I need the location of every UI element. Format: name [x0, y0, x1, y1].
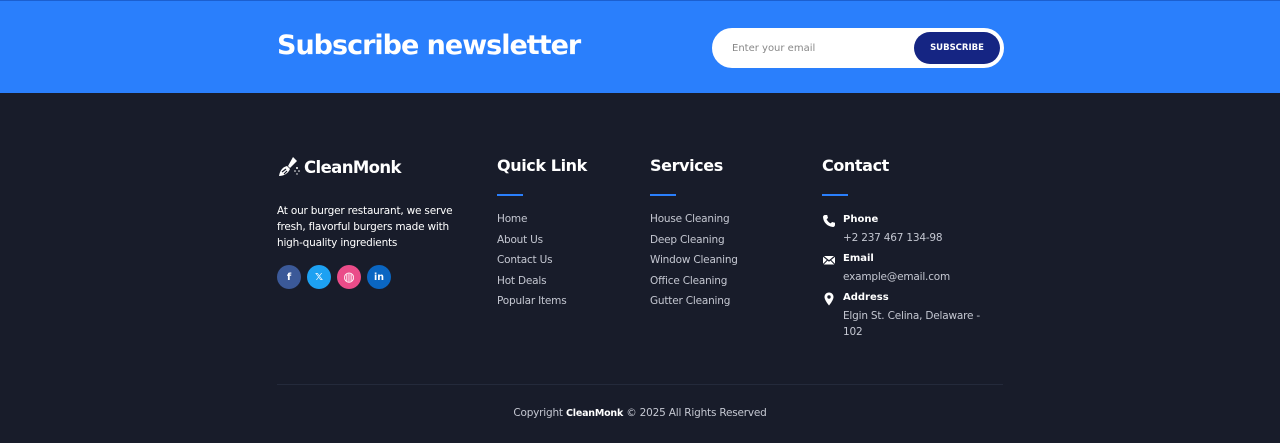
services-list: House Cleaning Deep Cleaning Window Clea…: [650, 213, 738, 316]
dribbble-icon: ◍: [343, 269, 355, 285]
quick-link-hot-deals[interactable]: Hot Deals: [497, 275, 566, 296]
dribbble-button[interactable]: ◍: [337, 265, 361, 289]
service-gutter-cleaning[interactable]: Gutter Cleaning: [650, 295, 738, 316]
brand-logo-link[interactable]: CleanMonk: [277, 155, 402, 179]
quick-link-title: Quick Link: [497, 156, 587, 175]
quick-link-popular-items[interactable]: Popular Items: [497, 295, 567, 316]
quick-link-home[interactable]: Home: [497, 213, 566, 234]
phone-label: Phone: [843, 214, 879, 225]
linkedin-button[interactable]: in: [367, 265, 391, 289]
quick-link-contact-us[interactable]: Contact Us: [497, 254, 566, 275]
service-window-cleaning[interactable]: Window Cleaning: [650, 254, 738, 275]
quick-link-divider: [497, 194, 523, 196]
phone-icon: [823, 215, 835, 227]
about-text: At our burger restaurant, we serve fresh…: [277, 205, 453, 249]
quick-link-list: Home About Us Contact Us Hot Deals Popul…: [497, 213, 567, 316]
footer: CleanMonk At our burger restaurant, we s…: [0, 93, 1280, 443]
copyright-suffix: © 2025 All Rights Reserved: [623, 407, 767, 419]
newsletter-title: Subscribe newsletter: [277, 30, 581, 61]
phone-value[interactable]: +2 237 467 134-98: [843, 230, 983, 246]
x-icon: 𝕏: [314, 271, 324, 283]
email-label: Email: [843, 253, 874, 264]
services-title: Services: [650, 156, 723, 175]
newsletter-section: Subscribe newsletter SUBSCRIBE: [0, 0, 1280, 93]
copyright-brand: CleanMonk: [566, 408, 624, 419]
quick-link-about-us[interactable]: About Us: [497, 234, 566, 255]
subscribe-form: SUBSCRIBE: [712, 28, 1004, 68]
services-divider: [650, 194, 676, 196]
footer-divider: [277, 384, 1003, 385]
contact-title: Contact: [822, 156, 889, 175]
address-value: Elgin St. Celina, Delaware - 102: [843, 310, 980, 338]
brand-name: CleanMonk: [304, 157, 402, 177]
address-label: Address: [843, 292, 889, 303]
facebook-button[interactable]: f: [277, 265, 301, 289]
copyright-text: Copyright CleanMonk © 2025 All Rights Re…: [0, 407, 1280, 419]
contact-divider: [822, 194, 848, 196]
service-deep-cleaning[interactable]: Deep Cleaning: [650, 234, 738, 255]
service-house-cleaning[interactable]: House Cleaning: [650, 213, 738, 234]
linkedin-icon: in: [373, 271, 385, 283]
social-links: f 𝕏 ◍ in: [277, 265, 391, 289]
x-twitter-button[interactable]: 𝕏: [307, 265, 331, 289]
email-value[interactable]: example@email.com: [843, 269, 983, 285]
copyright-prefix: Copyright: [513, 407, 566, 419]
email-input[interactable]: [732, 30, 912, 66]
subscribe-button[interactable]: SUBSCRIBE: [914, 32, 1000, 64]
envelope-icon: [822, 255, 836, 265]
map-pin-icon: [824, 292, 834, 306]
broom-spray-icon: [279, 157, 300, 176]
service-office-cleaning[interactable]: Office Cleaning: [650, 275, 738, 296]
facebook-icon: f: [286, 271, 292, 283]
